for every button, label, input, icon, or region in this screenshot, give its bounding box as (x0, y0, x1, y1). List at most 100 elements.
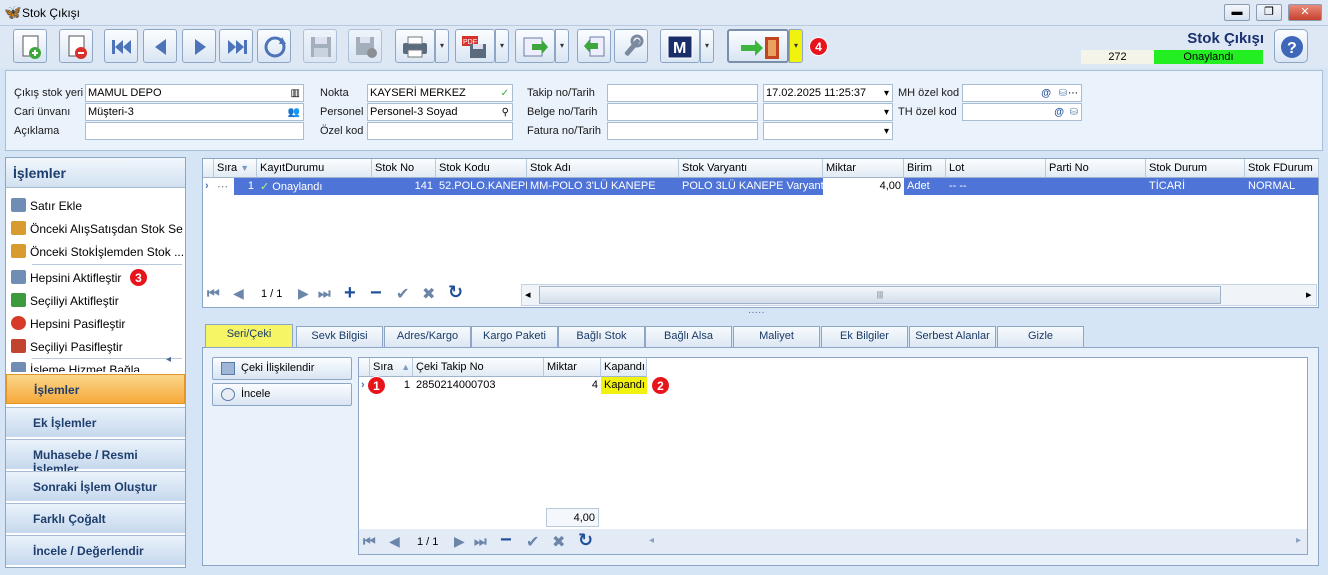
remove-row-icon[interactable]: − (500, 529, 512, 552)
save-close-button[interactable] (348, 29, 382, 63)
barcode-icon[interactable]: ▥ (291, 86, 300, 101)
horizontal-scrollbar[interactable]: ◂ ||| ▸ (521, 284, 1317, 306)
column-header-sira[interactable]: Sıra ▲ (370, 358, 413, 377)
cancel-icon[interactable]: ✖ (422, 284, 435, 304)
column-header-kayitdurumu[interactable]: KayıtDurumu (257, 159, 372, 178)
at-icon[interactable]: @ (1054, 105, 1064, 120)
column-header-stok-durum[interactable]: Stok Durum (1146, 159, 1245, 178)
database-icon[interactable]: ⛁ (1070, 105, 1078, 120)
first-page-icon[interactable]: ⏮ (363, 533, 376, 550)
table-row[interactable]: › 1 2850214000703 4 Kapandı (359, 377, 649, 394)
scroll-right-icon[interactable]: ▸ (1306, 288, 1312, 301)
database-icon[interactable]: ⛁ (1059, 86, 1067, 101)
fatura-no-field[interactable] (607, 122, 758, 140)
at-icon[interactable]: @ (1041, 86, 1051, 101)
tab-maliyet[interactable]: Maliyet (733, 326, 820, 347)
fatura-tarih-field[interactable]: ▾ (763, 122, 893, 140)
exit-button[interactable] (727, 29, 789, 63)
minimize-button[interactable]: ▬ (1224, 4, 1250, 21)
ozel-kod-field[interactable] (367, 122, 513, 140)
refresh-grid-icon[interactable]: ↻ (578, 530, 593, 551)
column-header-ceki-takip-no[interactable]: Çeki Takip No (413, 358, 544, 377)
sidebar-item-hepsini-aktiflestir[interactable]: Hepsini Aktifleştir (11, 268, 183, 288)
print-dropdown[interactable]: ▾ (435, 29, 449, 63)
first-page-icon[interactable]: ⏮ (207, 285, 220, 302)
help-button[interactable]: ? (1274, 29, 1308, 63)
close-button[interactable]: ✕ (1288, 4, 1322, 21)
sidebar-group-farkli-cogalt[interactable]: Farklı Çoğalt (6, 503, 185, 533)
sidebar-group-incele[interactable]: İncele / Değerlendir (6, 535, 185, 565)
tab-bagli-alsa[interactable]: Bağlı Alsa (645, 326, 732, 347)
tab-bagli-stok[interactable]: Bağlı Stok (558, 326, 645, 347)
sidebar-group-muhasebe[interactable]: Muhasebe / Resmi İşlemler (6, 439, 185, 476)
column-header-stok-fdurum[interactable]: Stok FDurum (1245, 159, 1319, 178)
column-header-miktar[interactable]: Miktar (823, 159, 904, 178)
cancel-icon[interactable]: ✖ (552, 532, 565, 552)
cari-unvani-field[interactable]: Müşteri-3 👥 (85, 103, 304, 121)
exit-dropdown[interactable]: ▾ (789, 29, 803, 63)
takip-no-field[interactable] (607, 84, 758, 102)
export-button[interactable] (515, 29, 555, 63)
sidebar-group-islemler[interactable]: İşlemler (6, 374, 185, 404)
column-header-parti-no[interactable]: Parti No (1046, 159, 1146, 178)
scroll-right-icon[interactable]: ▸ (1296, 535, 1301, 546)
splitter-handle[interactable]: ····· (748, 308, 765, 318)
tab-seri-ceki[interactable]: Seri/Çeki (205, 324, 293, 348)
sidebar-item-satir-ekle[interactable]: Satır Ekle (11, 196, 183, 216)
cell-miktar[interactable]: 4,00 (823, 178, 904, 195)
tab-kargo-paketi[interactable]: Kargo Paketi (471, 326, 558, 347)
sidebar-item-seciliyi-aktiflestir[interactable]: Seçiliyi Aktifleştir (11, 291, 183, 311)
import-button[interactable] (577, 29, 611, 63)
tab-adres-kargo[interactable]: Adres/Kargo (384, 326, 471, 347)
last-page-icon[interactable]: ⏭ (318, 285, 331, 302)
m-app-button[interactable]: M (660, 29, 700, 63)
table-row[interactable]: › ⋯ 1 ✓ Onaylandı 141 52.POLO.KANEPE MM-… (203, 178, 1318, 195)
next-page-icon[interactable]: ▶ (298, 285, 309, 302)
column-header-stok-no[interactable]: Stok No (372, 159, 436, 178)
takip-tarih-field[interactable]: 17.02.2025 11:25:37 ▾ (763, 84, 893, 102)
column-header-stok-kodu[interactable]: Stok Kodu (436, 159, 527, 178)
sidebar-group-sonraki-islem[interactable]: Sonraki İşlem Oluştur (6, 471, 185, 501)
scroll-left-icon[interactable]: ◂ (525, 288, 531, 301)
sidebar-item-hizmet-bagla[interactable]: İşleme Hizmet Bağla (11, 360, 183, 372)
previous-record-button[interactable] (143, 29, 177, 63)
nokta-field[interactable]: KAYSERİ MERKEZ ✓ (367, 84, 513, 102)
ceki-iliskilendir-button[interactable]: Çeki İlişkilendir (212, 357, 352, 380)
aciklama-field[interactable] (85, 122, 304, 140)
new-document-button[interactable] (13, 29, 47, 63)
personel-field[interactable]: Personel-3 Soyad ⚲ (367, 103, 513, 121)
sidebar-item-seciliyi-pasiflestir[interactable]: Seçiliyi Pasifleştir (11, 337, 183, 357)
first-record-button[interactable] (104, 29, 138, 63)
scroll-thumb[interactable]: ||| (539, 286, 1221, 304)
delete-document-button[interactable] (59, 29, 93, 63)
column-header-stok-varyanti[interactable]: Stok Varyantı (679, 159, 823, 178)
tab-gizle[interactable]: Gizle (997, 326, 1084, 347)
tab-ek-bilgiler[interactable]: Ek Bilgiler (821, 326, 908, 347)
column-header-birim[interactable]: Birim (904, 159, 946, 178)
confirm-icon[interactable]: ✔ (526, 532, 539, 552)
tab-sevk-bilgisi[interactable]: Sevk Bilgisi (296, 326, 383, 347)
save-button[interactable] (303, 29, 337, 63)
sidebar-item-onceki-alissatis[interactable]: Önceki AlışSatışdan Stok Seç (11, 219, 183, 239)
users-icon[interactable]: 👥 (288, 105, 300, 120)
tab-serbest-alanlar[interactable]: Serbest Alanlar (909, 326, 996, 347)
confirm-icon[interactable]: ✔ (396, 284, 409, 304)
column-header-miktar[interactable]: Miktar (544, 358, 601, 377)
column-header-sira[interactable]: Sıra ▼ (214, 159, 257, 178)
belge-tarih-field[interactable]: ▾ (763, 103, 893, 121)
column-header-stok-adi[interactable]: Stok Adı (527, 159, 679, 178)
last-page-icon[interactable]: ⏭ (474, 533, 487, 550)
scroll-left-icon[interactable]: ◂ (649, 535, 654, 546)
last-record-button[interactable] (219, 29, 253, 63)
sidebar-group-ek-islemler[interactable]: Ek İşlemler (6, 407, 185, 437)
next-page-icon[interactable]: ▶ (454, 533, 465, 550)
sidebar-item-onceki-stokislem[interactable]: Önceki Stokİşlemden Stok ... (11, 242, 183, 262)
th-ozel-kod-field[interactable]: @ ⛁ (962, 103, 1082, 121)
more-icon[interactable]: ⋯ (1068, 86, 1078, 101)
add-row-icon[interactable]: + (344, 282, 356, 305)
prev-page-icon[interactable]: ◀ (233, 285, 244, 302)
export-dropdown[interactable]: ▾ (555, 29, 569, 63)
chevron-down-icon[interactable]: ▾ (884, 105, 889, 120)
pdf-export-button[interactable]: PDF (455, 29, 495, 63)
pdf-dropdown[interactable]: ▾ (495, 29, 509, 63)
